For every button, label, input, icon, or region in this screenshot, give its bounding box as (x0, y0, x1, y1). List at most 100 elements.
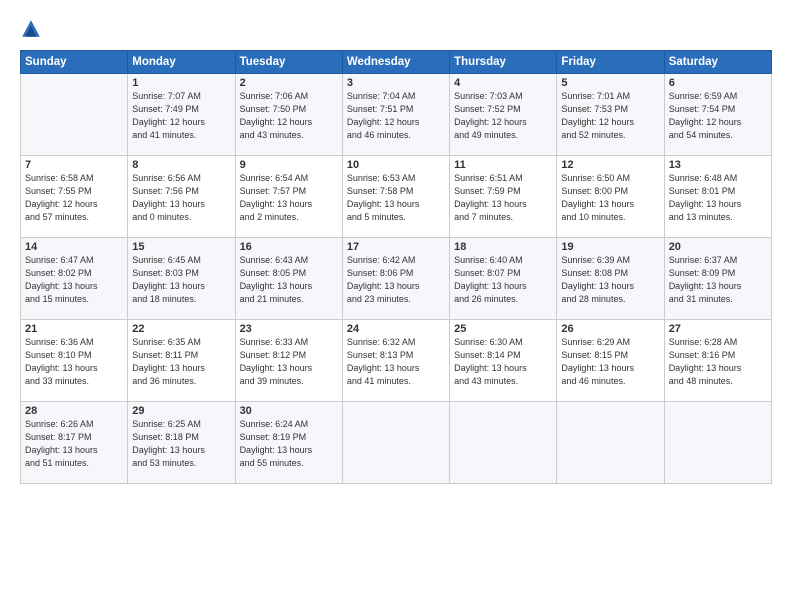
day-info: Sunrise: 6:59 AM Sunset: 7:54 PM Dayligh… (669, 90, 767, 142)
day-info: Sunrise: 6:51 AM Sunset: 7:59 PM Dayligh… (454, 172, 552, 224)
day-cell: 3Sunrise: 7:04 AM Sunset: 7:51 PM Daylig… (342, 74, 449, 156)
day-cell (342, 402, 449, 484)
day-cell: 17Sunrise: 6:42 AM Sunset: 8:06 PM Dayli… (342, 238, 449, 320)
day-cell: 27Sunrise: 6:28 AM Sunset: 8:16 PM Dayli… (664, 320, 771, 402)
day-number: 10 (347, 159, 445, 171)
day-cell (21, 74, 128, 156)
day-number: 17 (347, 241, 445, 253)
day-number: 5 (561, 77, 659, 89)
day-cell: 14Sunrise: 6:47 AM Sunset: 8:02 PM Dayli… (21, 238, 128, 320)
day-cell: 26Sunrise: 6:29 AM Sunset: 8:15 PM Dayli… (557, 320, 664, 402)
day-info: Sunrise: 6:28 AM Sunset: 8:16 PM Dayligh… (669, 336, 767, 388)
day-info: Sunrise: 6:32 AM Sunset: 8:13 PM Dayligh… (347, 336, 445, 388)
day-number: 25 (454, 323, 552, 335)
calendar-body: 1Sunrise: 7:07 AM Sunset: 7:49 PM Daylig… (21, 74, 772, 484)
day-cell: 20Sunrise: 6:37 AM Sunset: 8:09 PM Dayli… (664, 238, 771, 320)
day-cell: 11Sunrise: 6:51 AM Sunset: 7:59 PM Dayli… (450, 156, 557, 238)
day-info: Sunrise: 6:56 AM Sunset: 7:56 PM Dayligh… (132, 172, 230, 224)
day-cell: 19Sunrise: 6:39 AM Sunset: 8:08 PM Dayli… (557, 238, 664, 320)
header-cell-friday: Friday (557, 51, 664, 74)
day-cell: 5Sunrise: 7:01 AM Sunset: 7:53 PM Daylig… (557, 74, 664, 156)
header-cell-thursday: Thursday (450, 51, 557, 74)
day-cell: 8Sunrise: 6:56 AM Sunset: 7:56 PM Daylig… (128, 156, 235, 238)
header-cell-saturday: Saturday (664, 51, 771, 74)
day-number: 22 (132, 323, 230, 335)
logo (20, 18, 46, 40)
day-number: 23 (240, 323, 338, 335)
day-info: Sunrise: 6:33 AM Sunset: 8:12 PM Dayligh… (240, 336, 338, 388)
day-number: 24 (347, 323, 445, 335)
day-number: 3 (347, 77, 445, 89)
header-cell-tuesday: Tuesday (235, 51, 342, 74)
day-info: Sunrise: 7:03 AM Sunset: 7:52 PM Dayligh… (454, 90, 552, 142)
day-cell: 22Sunrise: 6:35 AM Sunset: 8:11 PM Dayli… (128, 320, 235, 402)
day-number: 7 (25, 159, 123, 171)
day-cell: 28Sunrise: 6:26 AM Sunset: 8:17 PM Dayli… (21, 402, 128, 484)
week-row-4: 28Sunrise: 6:26 AM Sunset: 8:17 PM Dayli… (21, 402, 772, 484)
day-number: 29 (132, 405, 230, 417)
day-info: Sunrise: 6:35 AM Sunset: 8:11 PM Dayligh… (132, 336, 230, 388)
calendar-table: SundayMondayTuesdayWednesdayThursdayFrid… (20, 50, 772, 484)
calendar-header: SundayMondayTuesdayWednesdayThursdayFrid… (21, 51, 772, 74)
day-info: Sunrise: 7:07 AM Sunset: 7:49 PM Dayligh… (132, 90, 230, 142)
day-info: Sunrise: 6:45 AM Sunset: 8:03 PM Dayligh… (132, 254, 230, 306)
day-number: 15 (132, 241, 230, 253)
day-info: Sunrise: 6:48 AM Sunset: 8:01 PM Dayligh… (669, 172, 767, 224)
day-info: Sunrise: 6:39 AM Sunset: 8:08 PM Dayligh… (561, 254, 659, 306)
day-number: 16 (240, 241, 338, 253)
day-info: Sunrise: 7:06 AM Sunset: 7:50 PM Dayligh… (240, 90, 338, 142)
day-cell (450, 402, 557, 484)
day-info: Sunrise: 6:42 AM Sunset: 8:06 PM Dayligh… (347, 254, 445, 306)
day-cell: 1Sunrise: 7:07 AM Sunset: 7:49 PM Daylig… (128, 74, 235, 156)
day-cell: 24Sunrise: 6:32 AM Sunset: 8:13 PM Dayli… (342, 320, 449, 402)
day-cell (557, 402, 664, 484)
day-number: 19 (561, 241, 659, 253)
day-number: 9 (240, 159, 338, 171)
day-number: 6 (669, 77, 767, 89)
day-number: 21 (25, 323, 123, 335)
day-cell: 29Sunrise: 6:25 AM Sunset: 8:18 PM Dayli… (128, 402, 235, 484)
day-info: Sunrise: 6:26 AM Sunset: 8:17 PM Dayligh… (25, 418, 123, 470)
day-info: Sunrise: 7:01 AM Sunset: 7:53 PM Dayligh… (561, 90, 659, 142)
day-cell: 18Sunrise: 6:40 AM Sunset: 8:07 PM Dayli… (450, 238, 557, 320)
day-number: 4 (454, 77, 552, 89)
day-cell: 4Sunrise: 7:03 AM Sunset: 7:52 PM Daylig… (450, 74, 557, 156)
week-row-0: 1Sunrise: 7:07 AM Sunset: 7:49 PM Daylig… (21, 74, 772, 156)
day-number: 12 (561, 159, 659, 171)
day-cell: 16Sunrise: 6:43 AM Sunset: 8:05 PM Dayli… (235, 238, 342, 320)
day-cell: 9Sunrise: 6:54 AM Sunset: 7:57 PM Daylig… (235, 156, 342, 238)
header-cell-sunday: Sunday (21, 51, 128, 74)
day-cell: 10Sunrise: 6:53 AM Sunset: 7:58 PM Dayli… (342, 156, 449, 238)
day-cell: 23Sunrise: 6:33 AM Sunset: 8:12 PM Dayli… (235, 320, 342, 402)
day-cell: 2Sunrise: 7:06 AM Sunset: 7:50 PM Daylig… (235, 74, 342, 156)
day-info: Sunrise: 6:53 AM Sunset: 7:58 PM Dayligh… (347, 172, 445, 224)
header-cell-monday: Monday (128, 51, 235, 74)
day-info: Sunrise: 6:30 AM Sunset: 8:14 PM Dayligh… (454, 336, 552, 388)
day-cell: 25Sunrise: 6:30 AM Sunset: 8:14 PM Dayli… (450, 320, 557, 402)
day-number: 2 (240, 77, 338, 89)
header-cell-wednesday: Wednesday (342, 51, 449, 74)
day-cell: 30Sunrise: 6:24 AM Sunset: 8:19 PM Dayli… (235, 402, 342, 484)
day-number: 14 (25, 241, 123, 253)
day-cell: 6Sunrise: 6:59 AM Sunset: 7:54 PM Daylig… (664, 74, 771, 156)
day-info: Sunrise: 6:36 AM Sunset: 8:10 PM Dayligh… (25, 336, 123, 388)
day-cell: 13Sunrise: 6:48 AM Sunset: 8:01 PM Dayli… (664, 156, 771, 238)
day-number: 8 (132, 159, 230, 171)
day-info: Sunrise: 6:37 AM Sunset: 8:09 PM Dayligh… (669, 254, 767, 306)
day-number: 11 (454, 159, 552, 171)
day-number: 20 (669, 241, 767, 253)
day-info: Sunrise: 6:54 AM Sunset: 7:57 PM Dayligh… (240, 172, 338, 224)
logo-icon (20, 18, 42, 40)
page: SundayMondayTuesdayWednesdayThursdayFrid… (0, 0, 792, 612)
day-info: Sunrise: 6:24 AM Sunset: 8:19 PM Dayligh… (240, 418, 338, 470)
day-number: 27 (669, 323, 767, 335)
day-cell: 21Sunrise: 6:36 AM Sunset: 8:10 PM Dayli… (21, 320, 128, 402)
day-info: Sunrise: 6:47 AM Sunset: 8:02 PM Dayligh… (25, 254, 123, 306)
header-row: SundayMondayTuesdayWednesdayThursdayFrid… (21, 51, 772, 74)
day-info: Sunrise: 6:50 AM Sunset: 8:00 PM Dayligh… (561, 172, 659, 224)
day-number: 13 (669, 159, 767, 171)
week-row-3: 21Sunrise: 6:36 AM Sunset: 8:10 PM Dayli… (21, 320, 772, 402)
day-cell (664, 402, 771, 484)
day-number: 18 (454, 241, 552, 253)
day-info: Sunrise: 6:25 AM Sunset: 8:18 PM Dayligh… (132, 418, 230, 470)
